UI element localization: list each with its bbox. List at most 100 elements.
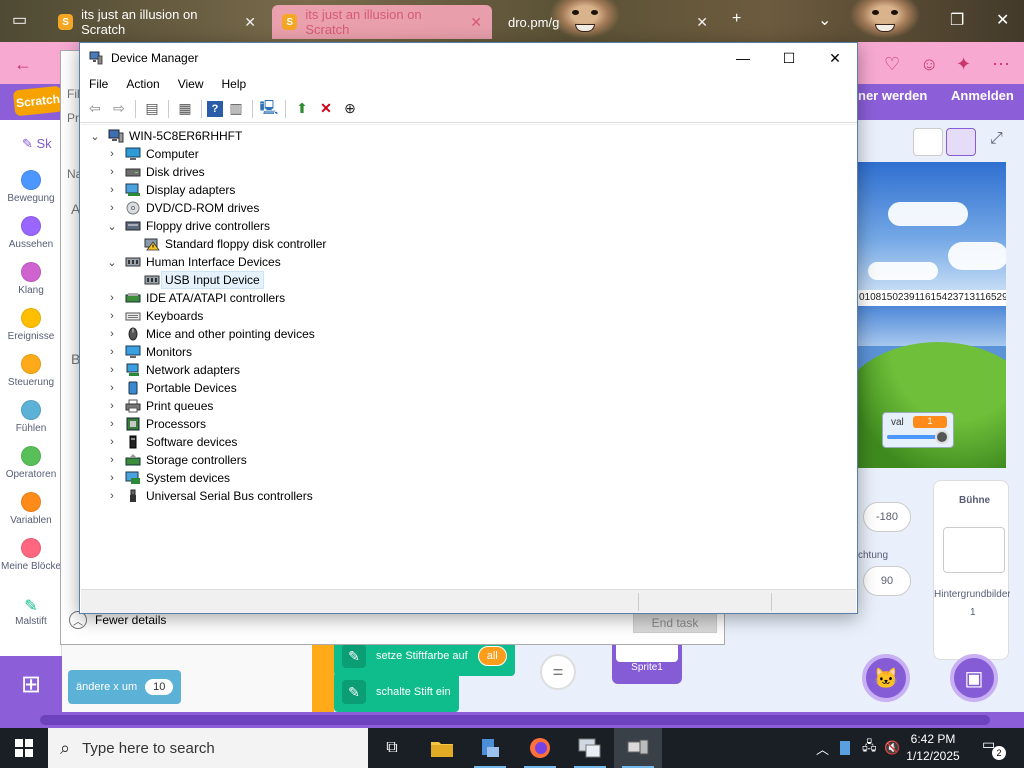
zoom-reset-button[interactable]: = [540, 654, 576, 690]
collections-icon[interactable]: ♡ [884, 54, 900, 75]
tab-close-icon[interactable]: ✕ [244, 14, 256, 31]
properties-icon[interactable]: ▦ [174, 98, 196, 120]
category-operators[interactable]: Operatoren [0, 446, 62, 480]
tab-actions-icon[interactable]: ▭ [12, 10, 27, 30]
start-button[interactable] [0, 728, 48, 768]
task-view-button[interactable]: ⧉ [368, 728, 416, 768]
scrollbar-thumb[interactable] [40, 715, 990, 725]
action-center-button[interactable]: ▭ 2 [982, 736, 1006, 760]
category-motion[interactable]: Bewegung [0, 170, 62, 204]
add-extension-button[interactable]: ⊞ [0, 656, 62, 712]
tree-item[interactable]: › Portable Devices [104, 379, 237, 397]
action-pane-icon[interactable]: ▥ [225, 98, 247, 120]
variable-monitor[interactable]: val 1 [882, 412, 954, 448]
expand-chevron-icon[interactable]: › [104, 328, 120, 340]
end-task-button[interactable]: End task [633, 613, 717, 633]
firefox-button[interactable] [516, 728, 564, 768]
tree-item[interactable]: ⌄ Floppy drive controllers [104, 217, 270, 235]
browser-tab-active[interactable]: S its just an illusion on Scratch ✕ [272, 5, 492, 39]
category-looks[interactable]: Aussehen [0, 216, 62, 250]
monitor-slider-knob[interactable] [935, 430, 949, 444]
category-variables[interactable]: Variablen [0, 492, 62, 526]
uninstall-device-icon[interactable]: ✕ [315, 98, 337, 120]
tree-item[interactable]: › Processors [104, 415, 206, 433]
tree-item[interactable]: › DVD/CD-ROM drives [104, 199, 259, 217]
help-icon[interactable]: ? [207, 100, 223, 117]
expand-chevron-icon[interactable]: › [104, 418, 120, 430]
tree-item[interactable]: › Mice and other pointing devices [104, 325, 315, 343]
tree-item[interactable]: › Software devices [104, 433, 237, 451]
tree-item[interactable]: › Universal Serial Bus controllers [104, 487, 313, 505]
expand-chevron-icon[interactable]: › [104, 202, 120, 214]
update-driver-icon[interactable]: ⬆ [291, 98, 313, 120]
category-events[interactable]: Ereignisse [0, 308, 62, 342]
menu-file[interactable]: File [80, 77, 117, 91]
tray-app-icon[interactable] [840, 728, 850, 768]
sign-in-link[interactable]: Anmelden [951, 88, 1014, 103]
fullscreen-icon[interactable]: ⤢ [990, 130, 1003, 148]
category-sensing[interactable]: Fühlen [0, 400, 62, 434]
category-my-blocks[interactable]: Meine Blöcke [0, 538, 62, 572]
browser-tab[interactable]: S its just an illusion on Scratch ✕ [48, 5, 266, 39]
size-value[interactable]: 90 [863, 566, 911, 596]
normal-stage-button[interactable] [946, 128, 976, 156]
expand-chevron-icon[interactable]: › [104, 310, 120, 322]
expand-chevron-icon[interactable]: › [104, 148, 120, 160]
expand-chevron-icon[interactable]: › [104, 382, 120, 394]
menu-view[interactable]: View [169, 77, 213, 91]
category-control[interactable]: Steuerung [0, 354, 62, 388]
expand-chevron-icon[interactable]: › [104, 166, 120, 178]
code-tab-icon[interactable]: ✎ Sk [22, 136, 52, 152]
scan-hardware-changes-icon[interactable]: 🖳 [258, 98, 280, 120]
expand-chevron-icon[interactable]: › [104, 472, 120, 484]
show-hide-console-tree-icon[interactable]: ▤ [141, 98, 163, 120]
extensions-icon[interactable]: ✦ [956, 54, 971, 75]
forward-arrow-icon[interactable]: ⇨ [108, 98, 130, 120]
direction-value[interactable]: -180 [863, 502, 911, 532]
add-sprite-button[interactable]: 🐱 [862, 654, 910, 702]
tree-item[interactable]: ⌄ Human Interface Devices [104, 253, 280, 271]
new-tab-icon[interactable]: + [732, 10, 741, 28]
stage-canvas[interactable]: 0108150239116154237131165294 val 1 [858, 162, 1006, 468]
category-pen[interactable]: ✎ Malstift [0, 596, 62, 627]
scratch-logo[interactable]: Scratch [12, 85, 64, 117]
browser-tab[interactable]: dro.pm/g ✕ [498, 5, 718, 39]
tree-item[interactable]: › Computer [104, 145, 199, 163]
expand-chevron-icon[interactable]: › [104, 346, 120, 358]
taskbar-clock[interactable]: 6:42 PM 1/12/2025 [898, 731, 968, 765]
tree-item[interactable]: › Keyboards [104, 307, 203, 325]
tab-list-chevron-icon[interactable]: ⌄ [818, 10, 831, 30]
tree-item[interactable]: Standard floppy disk controller [123, 235, 326, 253]
stage-selector-panel[interactable]: Bühne Hintergrundbilder 1 [933, 480, 1010, 660]
tree-item[interactable]: › IDE ATA/ATAPI controllers [104, 289, 285, 307]
tree-item[interactable]: › Monitors [104, 343, 192, 361]
expand-chevron-icon[interactable]: › [104, 454, 120, 466]
change-x-block[interactable]: ändere x um 10 [68, 670, 182, 704]
expand-chevron-icon[interactable]: › [104, 292, 120, 304]
join-scratch-link[interactable]: ner werden [858, 88, 927, 103]
menu-action[interactable]: Action [117, 77, 168, 91]
block-input[interactable]: 10 [145, 679, 174, 695]
collapse-chevron-icon[interactable]: ⌄ [104, 256, 120, 269]
file-explorer-button[interactable] [418, 728, 466, 768]
device-manager-titlebar[interactable]: Device Manager — ☐ ✕ [80, 43, 857, 73]
category-sound[interactable]: Klang [0, 262, 62, 296]
expand-chevron-icon[interactable]: › [104, 400, 120, 412]
expand-chevron-icon[interactable]: › [104, 364, 120, 376]
disable-device-icon[interactable]: ⊕ [339, 98, 361, 120]
device-manager-taskbar-button[interactable] [614, 728, 662, 768]
close-browser-icon[interactable]: ✕ [996, 10, 1009, 30]
tree-item[interactable]: › System devices [104, 469, 230, 487]
maximize-button[interactable]: ☐ [766, 43, 812, 73]
sprite-thumbnail[interactable]: Sprite1 [612, 640, 682, 684]
expand-chevron-icon[interactable]: › [104, 184, 120, 196]
taskbar-search[interactable]: ⌕ Type here to search [48, 728, 368, 768]
network-icon[interactable]: 🖧 [862, 728, 877, 768]
tree-item[interactable]: › Network adapters [104, 361, 240, 379]
restore-window-icon[interactable]: ❐ [950, 10, 964, 30]
tree-item[interactable]: › Disk drives [104, 163, 205, 181]
show-hidden-icons-button[interactable]: ︿ [816, 728, 829, 768]
tree-item[interactable]: › Print queues [104, 397, 213, 415]
add-backdrop-button[interactable]: ▣ [950, 654, 998, 702]
pen-down-block[interactable]: ✎ schalte Stift ein [334, 672, 459, 712]
